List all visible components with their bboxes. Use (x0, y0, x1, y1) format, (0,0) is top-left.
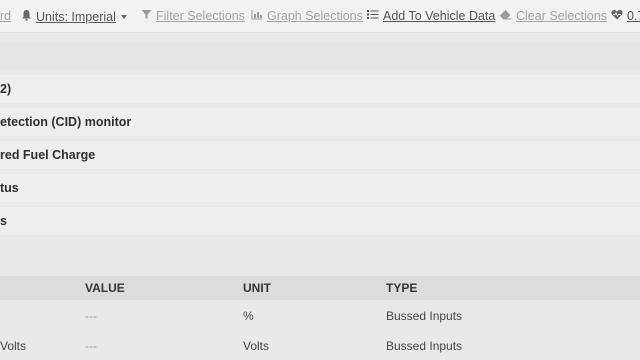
cell-unit: % (243, 309, 254, 323)
list-item-label: 2) (0, 82, 12, 96)
list-item-label: etection (CID) monitor (0, 115, 132, 129)
cell-type: Bussed Inputs (386, 309, 463, 323)
graph-selections-button[interactable]: Graph Selections (251, 9, 363, 23)
units-label: Units: Imperial (36, 9, 116, 24)
list-item-label: tus (0, 181, 19, 195)
column-header-unit[interactable]: UNIT (243, 276, 271, 300)
list-item[interactable]: s (0, 207, 640, 235)
cell-name: Volts (0, 339, 27, 353)
cell-type: Bussed Inputs (386, 339, 463, 353)
section-header-bar (0, 42, 640, 70)
table-header: VALUE UNIT TYPE (0, 276, 640, 300)
list-item[interactable]: tus (0, 174, 640, 202)
filter-icon (141, 9, 152, 23)
list-item-label: s (0, 214, 7, 228)
graph-selections-label: Graph Selections (267, 9, 363, 23)
list-item[interactable]: etection (CID) monitor (0, 108, 640, 136)
cell-value: --- (85, 309, 97, 323)
cell-value: --- (85, 339, 97, 353)
table-row[interactable]: Volts --- Volts Bussed Inputs (0, 331, 640, 360)
eraser-icon (499, 9, 512, 23)
add-to-vehicle-data-label: Add To Vehicle Data (383, 9, 496, 23)
health-indicator[interactable]: 0.7 (611, 9, 640, 23)
chevron-down-icon (120, 14, 127, 19)
filter-selections-button[interactable]: Filter Selections (141, 9, 245, 23)
column-header-value[interactable]: VALUE (85, 276, 125, 300)
bar-chart-icon (251, 9, 263, 23)
heart-pulse-icon (611, 9, 623, 23)
list-item[interactable]: 2) (0, 75, 640, 103)
filter-selections-label: Filter Selections (156, 9, 245, 23)
bell-icon (21, 9, 32, 24)
list-item-label: red Fuel Charge (0, 148, 96, 162)
cell-unit: Volts (243, 339, 270, 353)
list-item[interactable]: red Fuel Charge (0, 141, 640, 169)
clear-selections-label: Clear Selections (516, 9, 608, 23)
add-to-vehicle-data-button[interactable]: Add To Vehicle Data (367, 9, 495, 23)
table-row[interactable]: --- % Bussed Inputs (0, 301, 640, 331)
clear-selections-button[interactable]: Clear Selections (499, 9, 607, 23)
units-dropdown[interactable]: Units: Imperial (21, 9, 127, 24)
health-value: 0.7 (627, 9, 640, 23)
toolbar-item-partial[interactable]: rd (0, 9, 11, 23)
toolbar: rd Units: Imperial Filter Selections Gra… (0, 0, 640, 33)
column-header-type[interactable]: TYPE (386, 276, 417, 300)
list-icon (367, 9, 379, 23)
